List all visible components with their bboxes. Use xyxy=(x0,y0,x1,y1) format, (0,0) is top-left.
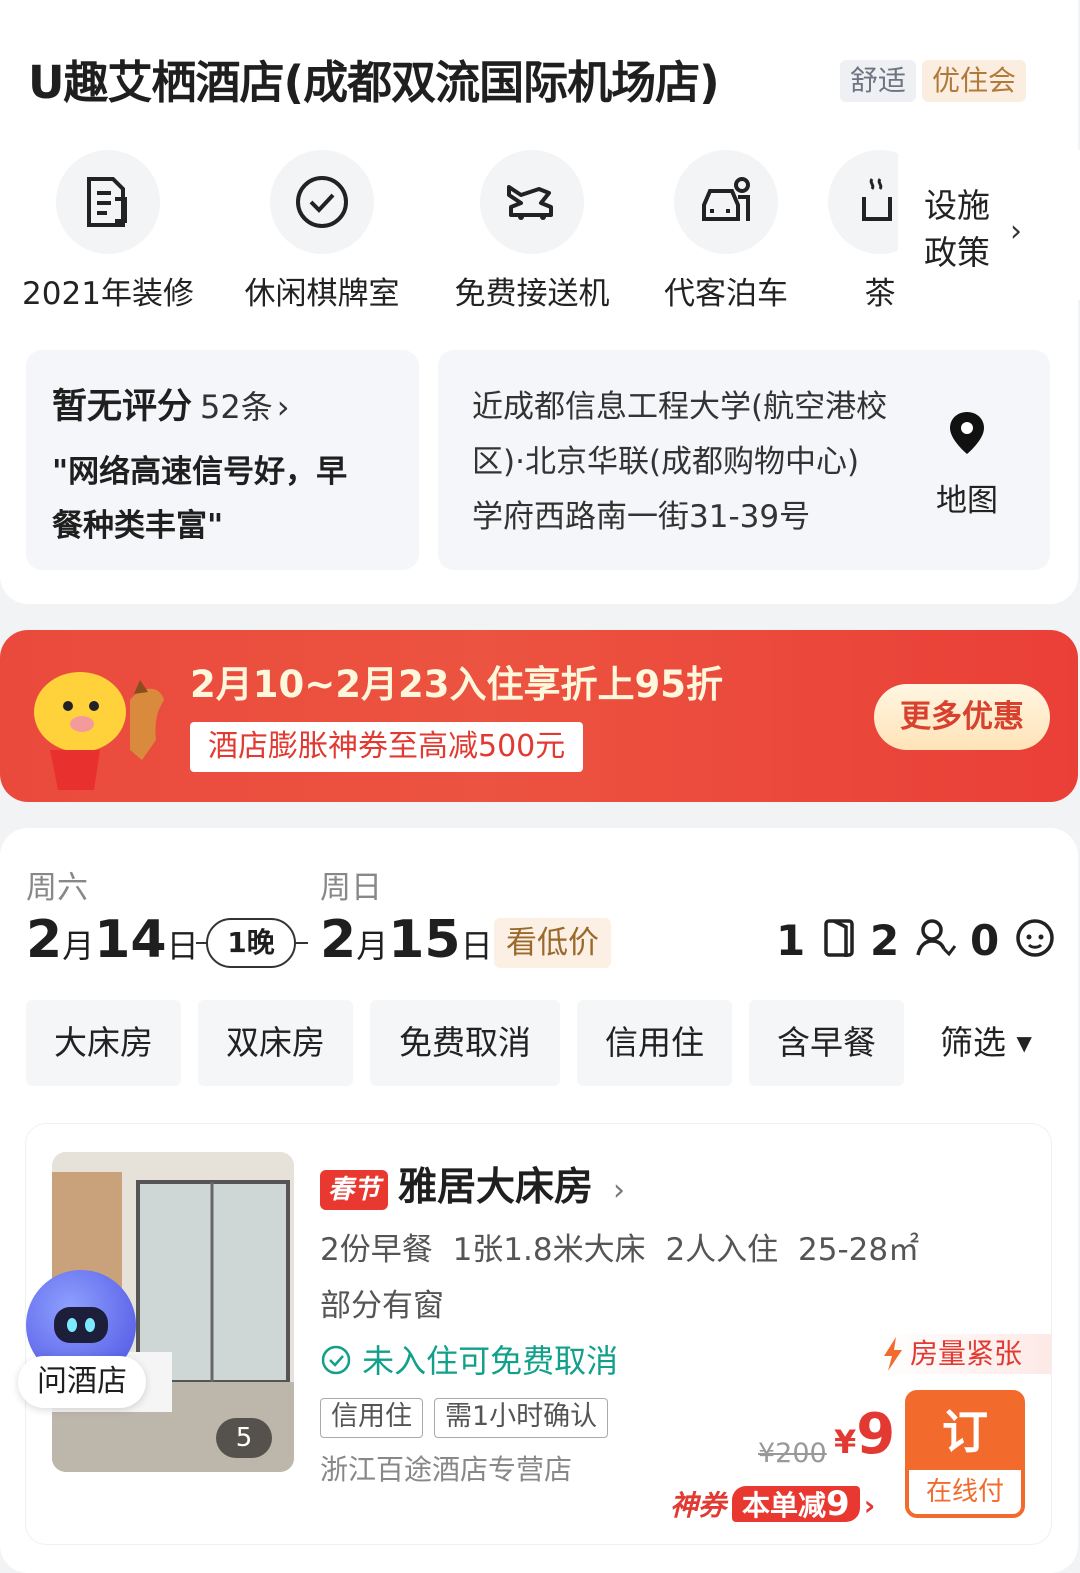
door-icon xyxy=(824,919,854,957)
month-unit: 月 xyxy=(356,927,389,965)
room-name: 雅居大床房 xyxy=(398,1165,594,1210)
promo-banner[interactable]: 2月10~2月23入住享折上95折 酒店膨胀神券至高减500元 更多优惠 xyxy=(0,630,1078,802)
ask-hotel-label: 问酒店 xyxy=(18,1356,146,1408)
checkin-weekday: 周六 xyxy=(26,870,88,906)
chevron-right-icon: › xyxy=(863,1489,876,1522)
low-price-button[interactable]: 看低价 xyxy=(494,918,611,968)
book-button[interactable]: 订 在线付 xyxy=(905,1390,1025,1518)
filter-credit-stay[interactable]: 信用住 xyxy=(577,1000,732,1086)
check-circle-icon xyxy=(321,1345,351,1375)
free-cancel-note: 未入住可免费取消 xyxy=(320,1336,618,1382)
review-quote-line-2: 餐种类丰富" xyxy=(52,508,224,544)
filter-more-label: 筛选 xyxy=(940,1023,1007,1062)
scarcity-badge: 房量紧张 xyxy=(878,1334,1051,1374)
ask-hotel-assistant[interactable]: 问酒店 xyxy=(18,1270,148,1408)
tag-member: 优住会 xyxy=(922,60,1027,102)
tag-credit-stay: 信用住 xyxy=(320,1398,423,1438)
coupon-badge: 本单减9 xyxy=(732,1486,860,1522)
promo-coupon: 酒店膨胀神券至高减500元 xyxy=(190,722,584,772)
free-cancel-text: 未入住可免费取消 xyxy=(362,1342,619,1380)
policy-line-1: 设施 xyxy=(924,186,990,225)
price-currency: ¥ xyxy=(834,1423,857,1461)
person-icon xyxy=(916,919,957,957)
tag-confirm-time: 需1小时确认 xyxy=(434,1398,609,1438)
child-count[interactable]: 0 xyxy=(970,916,1056,965)
caret-down-icon: ▼ xyxy=(1016,1031,1032,1055)
facility-renovation[interactable]: 2021年装修 xyxy=(8,150,208,313)
mascot-illustration xyxy=(34,672,164,790)
location-box[interactable]: 近成都信息工程大学(航空港校 区)·北京华联(成都购物中心) 学府西路南一街31… xyxy=(438,350,1050,570)
price-value: 9 xyxy=(856,1402,896,1467)
filter-free-cancel[interactable]: 免费取消 xyxy=(370,1000,560,1086)
room-count-value: 1 xyxy=(776,916,806,965)
original-price: ¥200 xyxy=(758,1438,827,1469)
lightning-icon xyxy=(884,1337,902,1371)
checkin-date[interactable]: 2月14日 xyxy=(26,910,199,970)
checkin-day: 14 xyxy=(94,910,167,970)
valet-parking-icon xyxy=(674,150,778,254)
check-circle-icon xyxy=(270,150,374,254)
room-name-link[interactable]: 春节 雅居大床房 › xyxy=(320,1156,625,1212)
checkin-month: 2 xyxy=(26,910,63,970)
child-count-value: 0 xyxy=(970,916,1000,965)
map-button[interactable]: 地图 xyxy=(936,410,998,529)
day-unit: 日 xyxy=(460,927,493,965)
pay-online-label: 在线付 xyxy=(909,1470,1021,1514)
document-icon xyxy=(56,150,160,254)
spring-festival-badge: 春节 xyxy=(320,1169,389,1210)
adult-count-value: 2 xyxy=(870,916,900,965)
coupon-label: 神券 xyxy=(670,1489,727,1522)
coupon-text: 本单减 xyxy=(742,1489,827,1522)
store-name: 浙江百途酒店专营店 xyxy=(320,1453,573,1486)
photo-count: 5 xyxy=(216,1418,272,1458)
checkout-month: 2 xyxy=(320,910,357,970)
day-unit: 日 xyxy=(166,927,199,965)
chevron-right-icon: › xyxy=(276,388,290,426)
facility-label: 免费接送机 xyxy=(454,276,610,312)
more-offers-button[interactable]: 更多优惠 xyxy=(874,684,1050,750)
room-count[interactable]: 1 xyxy=(776,916,860,965)
chevron-right-icon: › xyxy=(1010,214,1022,249)
map-pin-icon xyxy=(950,412,984,454)
nights-count: 1晚 xyxy=(206,918,296,968)
facility-airport-shuttle[interactable]: 免费接送机 xyxy=(432,150,632,313)
room-window: 部分有窗 xyxy=(320,1288,444,1324)
tag-comfort: 舒适 xyxy=(840,60,917,102)
coupon-discount[interactable]: 神券 本单减9 › xyxy=(670,1484,875,1524)
checkout-date[interactable]: 2月15日 xyxy=(320,910,493,970)
adult-count[interactable]: 2 xyxy=(870,916,957,965)
book-label: 订 xyxy=(942,1405,988,1459)
chevron-right-icon: › xyxy=(613,1173,626,1208)
scarcity-text: 房量紧张 xyxy=(910,1337,1023,1370)
car-plane-icon xyxy=(480,150,584,254)
facility-chess-room[interactable]: 休闲棋牌室 xyxy=(222,150,422,313)
promo-headline: 2月10~2月23入住享折上95折 xyxy=(190,663,723,706)
review-summary[interactable]: 暂无评分 52条 › "网络高速信号好，早 餐种类丰富" xyxy=(26,350,419,570)
policy-line-2: 政策 xyxy=(924,233,990,272)
review-quote-line-1: "网络高速信号好，早 xyxy=(52,454,348,490)
month-unit: 月 xyxy=(62,927,95,965)
hotel-name: U趣艾栖酒店(成都双流国际机场店) xyxy=(28,56,720,109)
review-score: 暂无评分 xyxy=(52,387,193,427)
facility-label: 2021年装修 xyxy=(22,276,194,312)
filter-twin-bed[interactable]: 双床房 xyxy=(198,1000,353,1086)
current-price: ¥9 xyxy=(834,1402,895,1467)
checkout-day: 15 xyxy=(388,910,461,970)
checkout-weekday: 周日 xyxy=(320,870,382,906)
review-count: 52条 xyxy=(200,388,273,426)
filter-breakfast[interactable]: 含早餐 xyxy=(749,1000,904,1086)
filter-more[interactable]: 筛选 ▼ xyxy=(921,1000,1051,1086)
coupon-amount: 9 xyxy=(826,1484,850,1524)
filter-king-bed[interactable]: 大床房 xyxy=(26,1000,181,1086)
facility-label: 休闲棋牌室 xyxy=(244,276,400,312)
child-face-icon xyxy=(1016,919,1054,957)
facilities-policy-link[interactable]: 设施 政策 › xyxy=(898,150,1080,300)
room-info: 2份早餐 1张1.8米大床 2人入住 25-28㎡ xyxy=(320,1232,920,1268)
map-label: 地图 xyxy=(936,483,998,519)
